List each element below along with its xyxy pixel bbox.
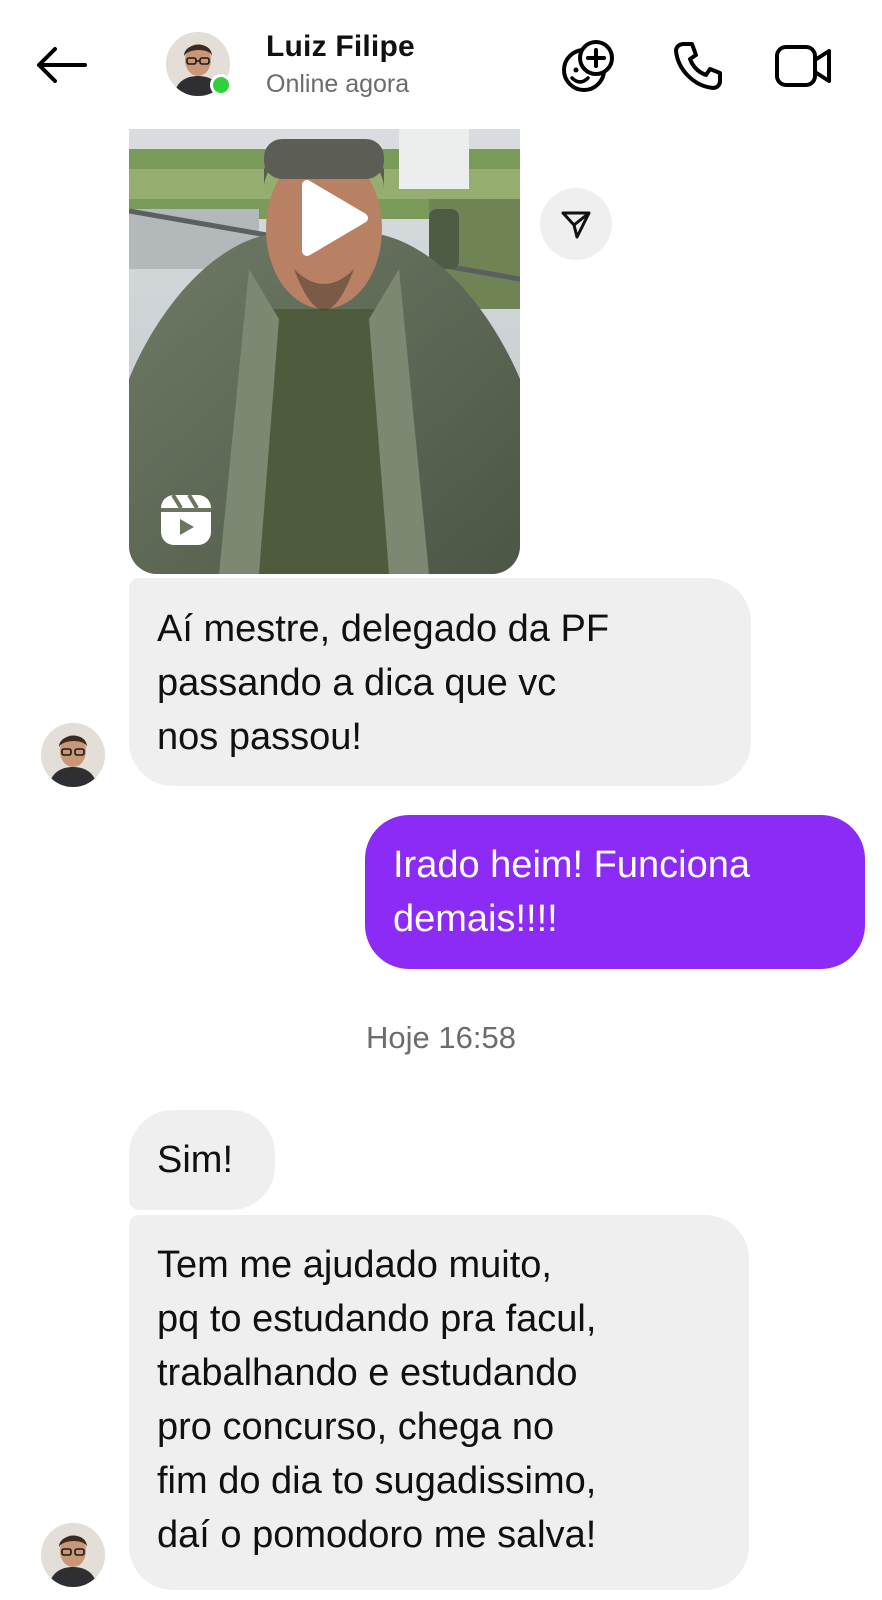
chat-header: Luiz Filipe Online agora bbox=[0, 0, 882, 122]
share-icon bbox=[561, 211, 591, 239]
message-line: trabalhando e estudando bbox=[157, 1352, 578, 1394]
message-line: daí o pomodoro me salva! bbox=[157, 1514, 597, 1556]
outgoing-message[interactable]: Irado heim! Funciona demais!!!! bbox=[365, 815, 865, 969]
video-call-button[interactable] bbox=[774, 38, 834, 94]
contact-name[interactable]: Luiz Filipe bbox=[266, 30, 415, 64]
reels-icon bbox=[161, 493, 211, 545]
message-line: pro concurso, chega no bbox=[157, 1406, 555, 1448]
voice-call-button[interactable] bbox=[668, 38, 728, 94]
smiley-plus-icon bbox=[562, 40, 614, 92]
message-line: Aí mestre, delegado da PF bbox=[157, 608, 610, 650]
message-line: pq to estudando pra facul, bbox=[157, 1298, 597, 1340]
sender-avatar[interactable] bbox=[41, 723, 105, 787]
video-camera-icon bbox=[775, 45, 831, 87]
message-line: Sim! bbox=[157, 1139, 233, 1181]
back-button[interactable] bbox=[30, 36, 92, 94]
online-indicator bbox=[210, 74, 232, 96]
share-button[interactable] bbox=[540, 188, 612, 260]
play-icon[interactable] bbox=[287, 175, 373, 261]
incoming-message[interactable]: Sim! bbox=[129, 1110, 275, 1210]
contact-avatar[interactable] bbox=[166, 32, 232, 96]
message-line: Tem me ajudado muito, bbox=[157, 1244, 552, 1286]
incoming-message[interactable]: Tem me ajudado muito, pq to estudando pr… bbox=[129, 1215, 749, 1590]
timestamp: Hoje 16:58 bbox=[366, 1020, 516, 1055]
sender-avatar[interactable] bbox=[41, 1523, 105, 1587]
phone-icon bbox=[674, 42, 722, 90]
message-line: passando a dica que vc bbox=[157, 662, 557, 704]
message-line: nos passou! bbox=[157, 716, 362, 758]
arrow-left-icon bbox=[37, 47, 87, 83]
message-line: demais!!!! bbox=[393, 898, 558, 940]
message-line: fim do dia to sugadissimo, bbox=[157, 1460, 597, 1502]
contact-status: Online agora bbox=[266, 70, 410, 98]
message-line: Irado heim! Funciona bbox=[393, 844, 750, 886]
reel-message[interactable] bbox=[129, 129, 520, 574]
effects-button[interactable] bbox=[558, 38, 618, 94]
incoming-message[interactable]: Aí mestre, delegado da PF passando a dic… bbox=[129, 578, 751, 786]
